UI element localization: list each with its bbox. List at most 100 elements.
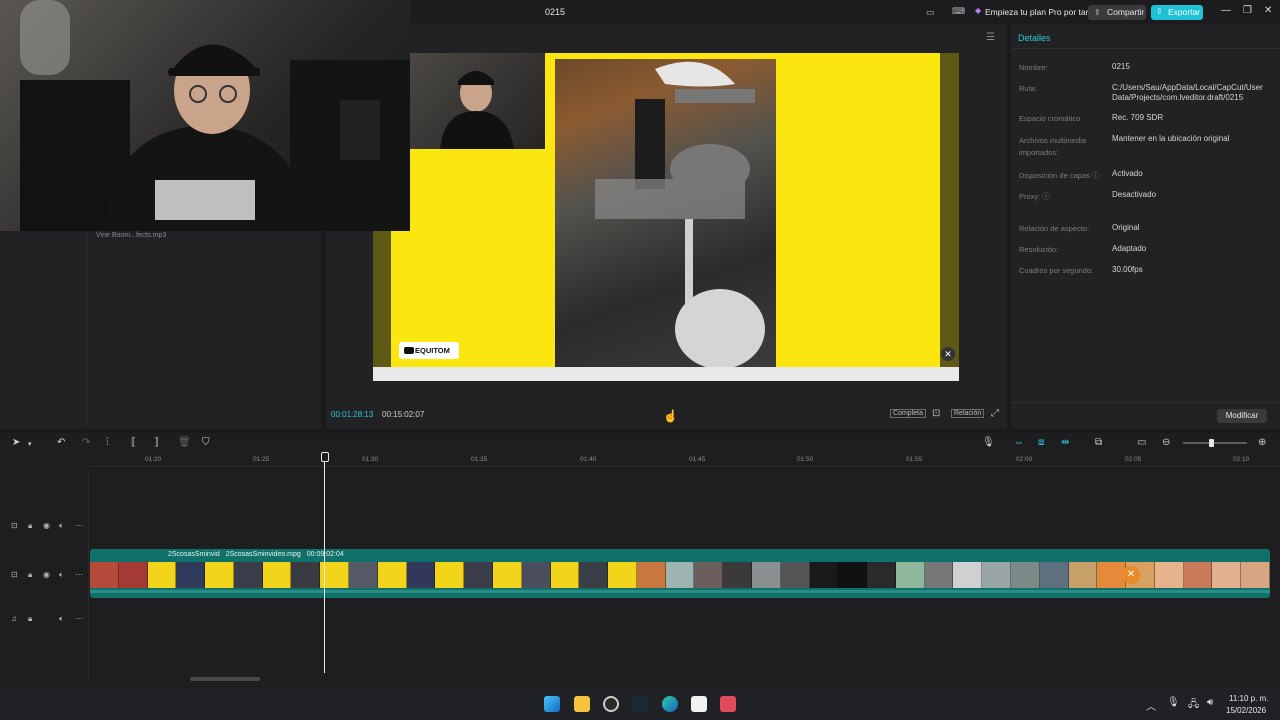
share-icon: ⇪: [1094, 8, 1101, 17]
layout-icon[interactable]: ▭: [926, 7, 935, 18]
audio-icon[interactable]: 🔈︎: [59, 570, 64, 580]
fullscreen-icon[interactable]: ⤢: [991, 408, 999, 419]
track-type-icon: ⊡: [11, 570, 18, 579]
lock-icon[interactable]: 🔒︎: [28, 521, 32, 531]
lock-icon[interactable]: 🔒︎: [28, 614, 32, 624]
zoom-slider-handle[interactable]: [1209, 439, 1214, 447]
webcam-scene: [20, 0, 410, 231]
detail-label-name: Nombre:: [1019, 63, 1048, 72]
clip-frame: [780, 562, 810, 588]
chrome-icon[interactable]: [603, 696, 619, 712]
timeline-ruler[interactable]: [88, 466, 1280, 467]
split-icon[interactable]: ⫶: [106, 437, 109, 448]
more-icon[interactable]: ⋯: [75, 614, 83, 623]
details-tab[interactable]: Detalles: [1018, 33, 1051, 43]
clip-frame: [723, 562, 752, 588]
link-icon[interactable]: ⇹: [1061, 437, 1069, 448]
track-type-icon: ⊡: [11, 521, 18, 530]
youtube-icon: [404, 347, 414, 354]
clock-date[interactable]: 15/02/2026: [1226, 706, 1266, 715]
clip-name: 2ScosasSminvideo.mpg: [225, 551, 301, 558]
ruler-tick: 01:30: [362, 456, 379, 463]
clip-frame: [982, 562, 1011, 588]
detail-label-media: Archivos multimedia importados:: [1019, 136, 1087, 157]
ruler-tick: 01:40: [580, 456, 597, 463]
detail-label-resolution: Resolución:: [1019, 245, 1059, 254]
details-footer-divider: [1011, 402, 1280, 403]
clip-frame: [636, 562, 666, 588]
select-tool-icon[interactable]: ➤: [12, 437, 20, 448]
aspect-ratio-button[interactable]: Relación: [951, 409, 985, 418]
detail-value-media: Mantener en la ubicación original: [1112, 134, 1230, 143]
capcut-icon[interactable]: [691, 696, 707, 712]
audio-icon[interactable]: 🔈︎: [59, 614, 64, 624]
preview-axis-icon[interactable]: ⧉: [1095, 437, 1102, 448]
clip-frame: [464, 562, 493, 588]
microphone-tray-icon[interactable]: 🎙: [1167, 697, 1180, 708]
detail-value-name: 0215: [1112, 62, 1130, 71]
clip-frame: [262, 562, 292, 588]
marker-icon[interactable]: ⛉: [202, 437, 210, 448]
eye-icon[interactable]: ◉: [43, 570, 50, 579]
more-icon[interactable]: ⋯: [75, 521, 83, 530]
clip-frame: [694, 562, 724, 588]
audio-icon[interactable]: 🔈︎: [59, 521, 64, 531]
clip-label: 2ScosasSminvid 2ScosasSminvideo.mpg 00:0…: [168, 551, 344, 558]
pro-plan-link[interactable]: Empieza tu plan Pro por tar: [976, 7, 1088, 17]
preview-close-icon: ✕: [941, 347, 955, 361]
lock-icon[interactable]: 🔒︎: [28, 570, 32, 580]
undo-icon[interactable]: ↶: [57, 437, 65, 448]
shortcut-icon[interactable]: ⌨: [952, 6, 965, 17]
clip-frame: [809, 562, 839, 588]
clip-frame: [377, 562, 407, 588]
chevron-down-icon[interactable]: ▾: [28, 440, 32, 448]
detail-label-path: Ruta:: [1019, 84, 1037, 93]
snipping-tool-icon[interactable]: [720, 696, 736, 712]
redo-icon[interactable]: ↷: [82, 437, 90, 448]
link-main-track-icon[interactable]: ⇔: [1014, 437, 1024, 448]
modify-button[interactable]: Modificar: [1217, 409, 1267, 423]
delete-icon[interactable]: 🗑: [178, 437, 191, 448]
zoom-out-icon[interactable]: ⊖: [1162, 437, 1170, 448]
trim-right-icon[interactable]: ⟧: [154, 437, 159, 448]
timeline-scrollbar[interactable]: [190, 677, 260, 681]
zoom-in-icon[interactable]: ⊕: [1258, 437, 1266, 448]
media-divider: [86, 232, 87, 427]
file-explorer-icon[interactable]: [574, 696, 590, 712]
full-quality-button[interactable]: Completa: [890, 409, 926, 418]
microphone-icon[interactable]: 🎙: [982, 437, 995, 448]
playhead[interactable]: [324, 455, 325, 673]
detail-value-proxy: Desactivado: [1112, 190, 1157, 199]
close-button[interactable]: ✕: [1264, 5, 1272, 16]
player-total-time: 00:15:02:07: [382, 410, 425, 419]
steam-icon[interactable]: [632, 696, 648, 712]
magnet-icon[interactable]: ⧈: [1038, 437, 1044, 448]
pro-plan-label: Empieza tu plan Pro por tar: [985, 7, 1089, 17]
eye-icon[interactable]: ◉: [43, 521, 50, 530]
preview-machine-graphic: [595, 61, 765, 369]
detail-value-colorspace: Rec. 709 SDR: [1112, 113, 1164, 122]
playhead-handle[interactable]: [321, 452, 329, 462]
detail-value-layers: Activado: [1112, 169, 1143, 178]
detail-value-resolution: Adaptado: [1112, 244, 1147, 253]
clip-frame: [435, 562, 465, 588]
trim-left-icon[interactable]: ⟦: [131, 437, 136, 448]
captions-icon[interactable]: ▭: [1137, 437, 1146, 448]
windows-start-icon[interactable]: [544, 696, 560, 712]
clip-close-icon: ✕: [1122, 566, 1140, 584]
clock-time[interactable]: 11:10 p. m.: [1229, 694, 1268, 703]
minimize-button[interactable]: —: [1221, 5, 1231, 16]
more-icon[interactable]: ⋯: [75, 570, 83, 579]
track-header-divider: [88, 470, 89, 680]
export-label: Exportar: [1168, 7, 1201, 17]
chevron-up-icon[interactable]: ︿: [1146, 698, 1156, 713]
media-file-name[interactable]: Vine Boom...fects.mp3: [96, 232, 166, 239]
clip-frame: [1154, 562, 1184, 588]
menu-icon[interactable]: ☰: [986, 32, 995, 43]
crop-icon[interactable]: ⊡: [932, 408, 940, 419]
network-icon[interactable]: 🖧: [1188, 697, 1199, 714]
volume-icon[interactable]: 🔊︎: [1207, 697, 1213, 708]
edge-icon[interactable]: [662, 696, 678, 712]
zoom-slider[interactable]: [1183, 442, 1247, 444]
maximize-button[interactable]: ❐: [1243, 5, 1252, 16]
